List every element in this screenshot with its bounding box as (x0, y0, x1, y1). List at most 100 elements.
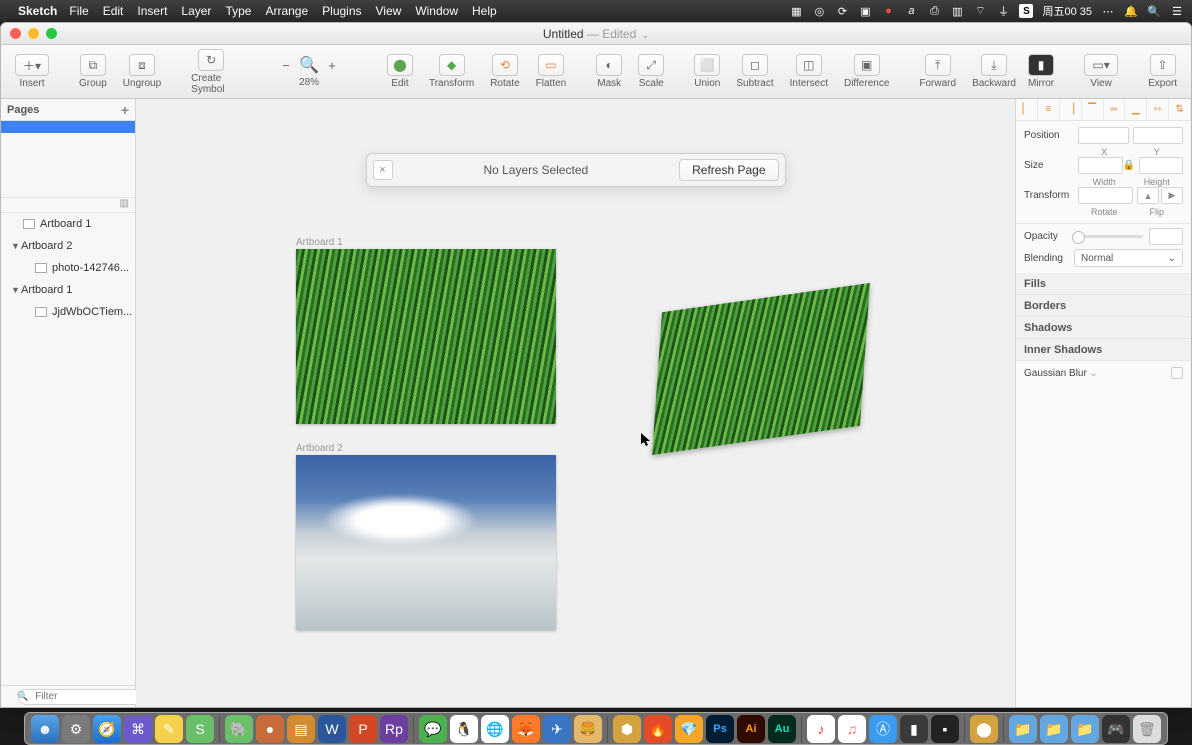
status-icon[interactable]: ◎ (812, 4, 826, 18)
dock-app[interactable]: ● (256, 715, 284, 743)
distribute-h-icon[interactable]: ⇿ (1147, 99, 1169, 120)
opacity-slider[interactable] (1074, 235, 1143, 238)
width-field[interactable] (1078, 157, 1123, 174)
dock-app[interactable]: S (186, 715, 214, 743)
forward-button[interactable]: ⤒Forward (913, 52, 962, 91)
artboard-1-image[interactable] (296, 249, 556, 424)
opacity-field[interactable] (1149, 228, 1183, 245)
dock-safari[interactable]: 🧭 (93, 715, 121, 743)
overflow-icon[interactable]: ⋯ (1101, 4, 1115, 18)
dock-app[interactable]: ✈ (543, 715, 571, 743)
dock-firefox[interactable]: 🦊 (512, 715, 540, 743)
status-icon[interactable]: ⏚ (996, 4, 1010, 18)
mirror-button[interactable]: ▮Mirror (1022, 52, 1060, 91)
dock-settings[interactable]: ⚙ (62, 715, 90, 743)
spotlight-icon[interactable]: 🔍 (1147, 4, 1161, 18)
fills-header[interactable]: Fills (1016, 273, 1191, 295)
dock-app[interactable]: Rp (380, 715, 408, 743)
scale-button[interactable]: ⤢Scale (632, 52, 670, 91)
menu-insert[interactable]: Insert (137, 4, 167, 18)
align-top-icon[interactable]: ▔ (1082, 99, 1104, 120)
pages-collapse-button[interactable]: ▥ (1, 197, 135, 213)
layer-image-jjd[interactable]: JjdWbOCTiem... (1, 301, 135, 323)
menu-icon[interactable]: ☰ (1170, 4, 1184, 18)
align-left-icon[interactable]: ▏ (1016, 99, 1038, 120)
menu-plugins[interactable]: Plugins (322, 4, 361, 18)
menu-file[interactable]: File (69, 4, 88, 18)
align-right-icon[interactable]: ▕ (1060, 99, 1082, 120)
menu-layer[interactable]: Layer (181, 4, 211, 18)
battery-icon[interactable]: ▥ (950, 4, 964, 18)
dock-folder[interactable]: 📁 (1040, 715, 1068, 743)
dock-wechat[interactable]: 💬 (419, 715, 447, 743)
document-title[interactable]: Untitled — Edited ⌄ (543, 27, 649, 41)
dock-word[interactable]: W (318, 715, 346, 743)
create-symbol-button[interactable]: ↻Create Symbol (185, 47, 237, 97)
dock-app[interactable]: ⬢ (613, 715, 641, 743)
menubar-clock[interactable]: 周五00 35 (1042, 3, 1092, 19)
dock-itunes[interactable]: ♫ (838, 715, 866, 743)
ungroup-button[interactable]: ⧈Ungroup (117, 52, 167, 91)
dock-finder[interactable]: ☻ (31, 715, 59, 743)
flip-v-button[interactable]: ▶ (1161, 187, 1183, 204)
rotate-field[interactable] (1078, 187, 1133, 204)
dock-app[interactable]: ▤ (287, 715, 315, 743)
app-name[interactable]: Sketch (18, 4, 57, 18)
refresh-page-button[interactable]: Refresh Page (679, 159, 778, 181)
dock-app[interactable]: ⬤ (970, 715, 998, 743)
window-zoom-button[interactable] (46, 28, 57, 39)
difference-button[interactable]: ▣Difference (838, 52, 895, 91)
dock-app[interactable]: 🍔 (574, 715, 602, 743)
align-bottom-icon[interactable]: ▁ (1125, 99, 1147, 120)
status-icon[interactable]: a (904, 4, 918, 18)
window-close-button[interactable] (10, 28, 21, 39)
inner-shadows-header[interactable]: Inner Shadows (1016, 339, 1191, 361)
transform-button[interactable]: ◆Transform (423, 52, 480, 91)
gaussian-blur-checkbox[interactable] (1171, 367, 1183, 379)
menu-edit[interactable]: Edit (103, 4, 124, 18)
add-page-button[interactable]: + (121, 102, 129, 118)
dock-trash[interactable]: 🗑 (1133, 715, 1161, 743)
menu-help[interactable]: Help (472, 4, 497, 18)
artboard-2-image[interactable] (296, 455, 556, 630)
distribute-v-icon[interactable]: ⇅ (1169, 99, 1191, 120)
position-y-field[interactable] (1133, 127, 1184, 144)
disclosure-icon[interactable]: ▼ (11, 241, 21, 251)
layer-photo[interactable]: photo-142746... (1, 257, 135, 279)
dock-notes[interactable]: ✎ (155, 715, 183, 743)
dock-appstore[interactable]: Ⓐ (869, 715, 897, 743)
group-button[interactable]: ⧉Group (73, 52, 113, 91)
intersect-button[interactable]: ◫Intersect (784, 52, 834, 91)
align-center-h-icon[interactable]: ≡ (1038, 99, 1060, 120)
dock-chrome[interactable]: 🌐 (481, 715, 509, 743)
window-minimize-button[interactable] (28, 28, 39, 39)
dock-app[interactable]: ⌘ (124, 715, 152, 743)
borders-header[interactable]: Borders (1016, 295, 1191, 317)
view-button[interactable]: ▭▾View (1078, 52, 1124, 91)
dock-app[interactable]: ▪ (931, 715, 959, 743)
dock-photoshop[interactable]: Ps (706, 715, 734, 743)
subtract-button[interactable]: ◻Subtract (730, 52, 779, 91)
shadows-header[interactable]: Shadows (1016, 317, 1191, 339)
dock-folder[interactable]: 📁 (1071, 715, 1099, 743)
wifi-icon[interactable]: ⌔ (973, 4, 987, 18)
backward-button[interactable]: ⤓Backward (966, 52, 1022, 91)
status-icon[interactable]: S (1019, 4, 1033, 18)
status-icon[interactable]: ▦ (789, 4, 803, 18)
dock-illustrator[interactable]: Ai (737, 715, 765, 743)
artboard-1-label[interactable]: Artboard 1 (296, 237, 343, 248)
dock-powerpoint[interactable]: P (349, 715, 377, 743)
zoom-in-button[interactable]: + (325, 58, 339, 73)
dock-folder[interactable]: 📁 (1009, 715, 1037, 743)
dock-terminal[interactable]: ▮ (900, 715, 928, 743)
status-record-icon[interactable]: ● (881, 4, 895, 18)
dock-app[interactable]: 🔥 (644, 715, 672, 743)
insert-button[interactable]: ＋▾ Insert (9, 52, 55, 91)
status-icon[interactable]: ⟳ (835, 4, 849, 18)
floating-grass-image[interactable] (652, 283, 870, 455)
artboard-2-label[interactable]: Artboard 2 (296, 443, 343, 454)
menu-view[interactable]: View (376, 4, 402, 18)
disclosure-icon[interactable]: ▼ (11, 285, 21, 295)
canvas[interactable]: Artboard 1 Artboard 2 × No Layers Select… (136, 99, 1015, 707)
dock-netease[interactable]: ♪ (807, 715, 835, 743)
